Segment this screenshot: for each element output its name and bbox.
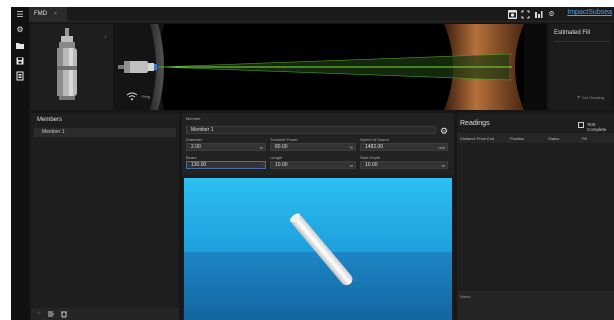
sonar-scene-icon bbox=[114, 24, 547, 110]
col-distance[interactable]: Distance From End bbox=[460, 136, 494, 141]
readings-panel: Readings Test Complete Distance From End… bbox=[457, 113, 614, 320]
folder-icon[interactable] bbox=[15, 41, 25, 51]
speed-of-sound-unit: m/s bbox=[438, 145, 445, 150]
transmit-power-unit: % bbox=[349, 145, 353, 150]
member-detail-panel: Member Member 1 ⚙ Diameter 2.00 m Transm… bbox=[182, 113, 454, 320]
report-icon[interactable] bbox=[15, 71, 25, 81]
length-unit: m bbox=[349, 163, 353, 168]
member-form: Member Member 1 ⚙ Diameter 2.00 m Transm… bbox=[182, 113, 454, 175]
chart-icon[interactable] bbox=[534, 10, 543, 19]
speed-of-sound-value: 1482.00 bbox=[365, 144, 384, 150]
member-list-item[interactable]: Member 1 bbox=[34, 128, 176, 137]
member-label: Member bbox=[186, 116, 201, 121]
transmit-power-value: 80.00 bbox=[275, 144, 288, 150]
member-name-value: Member 1 bbox=[191, 127, 214, 133]
plus-icon: + bbox=[577, 95, 581, 101]
diameter-unit: m bbox=[259, 145, 263, 150]
length-value: 10.00 bbox=[275, 162, 288, 168]
speed-of-sound-label: Speed of Sound bbox=[360, 137, 389, 142]
settings-gear-icon[interactable]: ⚙ bbox=[547, 10, 556, 19]
svg-text:i: i bbox=[105, 34, 106, 39]
left-toolbar: ☰ ⚙ bbox=[11, 7, 29, 320]
test-complete-checkbox[interactable] bbox=[578, 122, 584, 128]
members-footer: + bbox=[31, 308, 179, 320]
speed-of-sound-field[interactable]: 1482.00 m/s bbox=[360, 143, 448, 151]
app-window: ☰ ⚙ FMD × ⚙ ImpactSubsea i Ping Estimate… bbox=[11, 7, 614, 320]
diameter-value: 2.00 bbox=[191, 144, 201, 150]
start-depth-unit: m bbox=[441, 163, 445, 168]
notes-area[interactable]: Notes bbox=[457, 291, 614, 320]
member-name-field[interactable]: Member 1 bbox=[186, 126, 436, 134]
notes-label: Notes bbox=[460, 294, 471, 299]
pipe-model-icon bbox=[290, 213, 353, 286]
start-depth-label: Start Depth bbox=[360, 155, 381, 160]
gear-icon[interactable]: ⚙ bbox=[15, 25, 25, 35]
diameter-label: Diameter bbox=[186, 137, 203, 142]
transmit-power-field[interactable]: 80.00 % bbox=[270, 143, 356, 151]
ping-label: Ping bbox=[142, 94, 151, 99]
col-status[interactable]: Status bbox=[548, 136, 559, 141]
tab-close-icon[interactable]: × bbox=[54, 7, 57, 22]
start-depth-field[interactable]: 10.00 m bbox=[360, 161, 448, 169]
tab-fmd[interactable]: FMD × bbox=[29, 7, 67, 22]
save-icon[interactable] bbox=[15, 56, 25, 66]
members-title: Members bbox=[37, 117, 63, 123]
get-reading-label: Get Reading bbox=[581, 95, 605, 100]
member-settings-gear-icon[interactable]: ⚙ bbox=[439, 126, 449, 136]
add-member-icon[interactable]: + bbox=[35, 310, 43, 318]
ping-indicator: Ping bbox=[126, 92, 156, 102]
estimated-fill-panel: Estimated Fill + Get Reading bbox=[549, 24, 612, 110]
beam-value: 130.00 bbox=[191, 162, 207, 168]
delete-icon[interactable] bbox=[60, 310, 68, 318]
fullscreen-icon[interactable] bbox=[521, 10, 530, 19]
beam-field[interactable]: 130.00 ° bbox=[186, 161, 266, 169]
get-reading-button[interactable]: + Get Reading bbox=[577, 95, 604, 101]
wifi-icon bbox=[126, 92, 138, 101]
length-field[interactable]: 10.00 m bbox=[270, 161, 356, 169]
col-fill[interactable]: Fill bbox=[582, 136, 587, 141]
tab-label: FMD bbox=[34, 11, 47, 17]
import-icon[interactable] bbox=[47, 310, 55, 318]
beam-unit: ° bbox=[261, 163, 263, 168]
menu-icon[interactable]: ☰ bbox=[15, 10, 25, 20]
probe-panel: i bbox=[31, 24, 113, 110]
members-panel: Members Member 1 + bbox=[31, 113, 179, 320]
transmit-power-label: Transmit Power bbox=[270, 137, 298, 142]
member-3d-view[interactable] bbox=[184, 178, 452, 320]
sonar-view: Ping bbox=[114, 24, 547, 110]
test-complete-label: Test Complete bbox=[587, 122, 607, 132]
fill-divider bbox=[554, 41, 609, 42]
estimated-fill-title: Estimated Fill bbox=[554, 30, 591, 36]
diameter-field[interactable]: 2.00 m bbox=[186, 143, 266, 151]
camera-icon[interactable] bbox=[508, 10, 517, 19]
length-label: Length bbox=[270, 155, 283, 160]
start-depth-value: 10.00 bbox=[365, 162, 378, 168]
col-position[interactable]: Position bbox=[510, 136, 524, 141]
beam-label: Beam bbox=[186, 155, 197, 160]
readings-title: Readings bbox=[460, 120, 490, 127]
probe-device-icon: i bbox=[57, 28, 106, 100]
brand-link[interactable]: ImpactSubsea bbox=[567, 9, 612, 16]
tab-bar: FMD × ⚙ ImpactSubsea bbox=[29, 7, 614, 22]
